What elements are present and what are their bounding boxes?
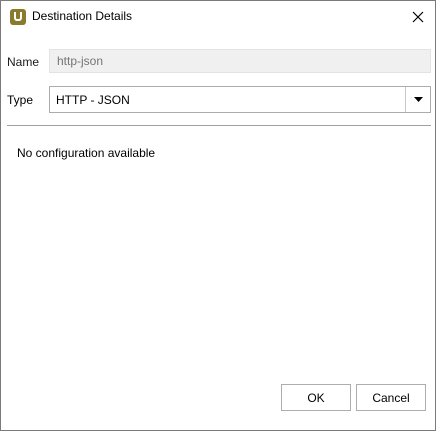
window-title: Destination Details — [32, 9, 133, 23]
title-bar[interactable]: Destination Details — [1, 1, 435, 32]
ok-button[interactable]: OK — [281, 384, 351, 411]
no-config-message: No configuration available — [17, 146, 156, 160]
dialog-window: Destination Details Name Type HTTP - JSO… — [0, 0, 436, 431]
type-dropdown-toggle[interactable] — [405, 87, 430, 112]
name-label: Name — [7, 55, 40, 69]
cancel-button[interactable]: Cancel — [356, 384, 426, 411]
name-field[interactable] — [49, 49, 431, 73]
section-divider — [7, 125, 431, 126]
app-logo-icon — [10, 9, 26, 25]
close-icon — [412, 11, 424, 22]
close-button[interactable] — [401, 1, 435, 32]
type-selected-value: HTTP - JSON — [56, 93, 130, 107]
type-dropdown[interactable]: HTTP - JSON — [49, 86, 431, 113]
type-label: Type — [7, 93, 34, 107]
chevron-down-icon — [413, 97, 423, 102]
